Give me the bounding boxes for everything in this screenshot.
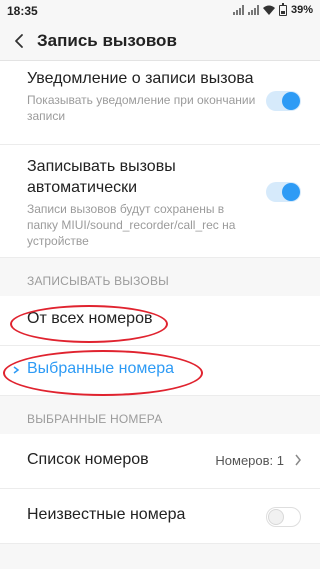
back-arrow-icon[interactable] [10, 31, 30, 51]
setting-row-call-notification[interactable]: Уведомление о записи вызова Показывать у… [0, 61, 320, 145]
settings-content: Уведомление о записи вызова Показывать у… [0, 61, 320, 544]
option-all-numbers[interactable]: От всех номеров [0, 296, 320, 346]
settings-card: Уведомление о записи вызова Показывать у… [0, 61, 320, 258]
setting-title: Записывать вызовы автоматически [27, 158, 176, 196]
number-list-label: Список номеров [27, 451, 149, 468]
wifi-icon [262, 5, 275, 15]
page-title: Запись вызовов [37, 31, 177, 50]
unknown-numbers-toggle[interactable] [266, 507, 301, 527]
battery-icon [278, 2, 287, 16]
call-notification-toggle[interactable] [266, 91, 301, 111]
section-header-record-calls: ЗАПИСЫВАТЬ ВЫЗОВЫ [0, 258, 320, 296]
section-label: ЗАПИСЫВАТЬ ВЫЗОВЫ [27, 274, 169, 288]
status-time: 18:35 [7, 4, 38, 18]
number-count: Номеров: 1 [215, 453, 284, 468]
app-header: Запись вызовов [0, 22, 320, 61]
auto-record-toggle[interactable] [266, 182, 301, 202]
section-label: ВЫБРАННЫЕ НОМЕРА [27, 412, 163, 426]
setting-text: Записывать вызовы автоматически Записи в… [27, 156, 256, 249]
selected-numbers-card: Список номеров Номеров: 1 Неизвестные но… [0, 434, 320, 544]
cellular-signal-icon [232, 5, 244, 15]
chevron-right-icon [295, 454, 301, 466]
selected-check-icon [13, 366, 20, 374]
setting-description: Показывать уведомление при окончании зап… [27, 93, 256, 123]
battery-percent: 39% [290, 4, 313, 16]
status-icons: 39% [232, 2, 313, 16]
setting-description: Записи вызовов будут сохранены в папку M… [27, 202, 236, 248]
section-header-selected-numbers: ВЫБРАННЫЕ НОМЕРА [0, 396, 320, 434]
option-label: Выбранные номера [27, 360, 175, 377]
setting-text: Уведомление о записи вызова Показывать у… [27, 68, 256, 124]
record-options: От всех номеров Выбранные номера [0, 296, 320, 396]
setting-row-auto-record[interactable]: Записывать вызовы автоматически Записи в… [0, 145, 320, 258]
number-list-row[interactable]: Список номеров Номеров: 1 [0, 434, 320, 489]
status-bar: 18:35 39% [0, 0, 320, 22]
option-selected-numbers[interactable]: Выбранные номера [0, 346, 320, 396]
option-label: От всех номеров [27, 310, 153, 327]
cellular-signal-2-icon [247, 5, 259, 15]
unknown-numbers-label: Неизвестные номера [27, 506, 186, 523]
unknown-numbers-row[interactable]: Неизвестные номера [0, 489, 320, 544]
setting-title: Уведомление о записи вызова [27, 70, 254, 87]
